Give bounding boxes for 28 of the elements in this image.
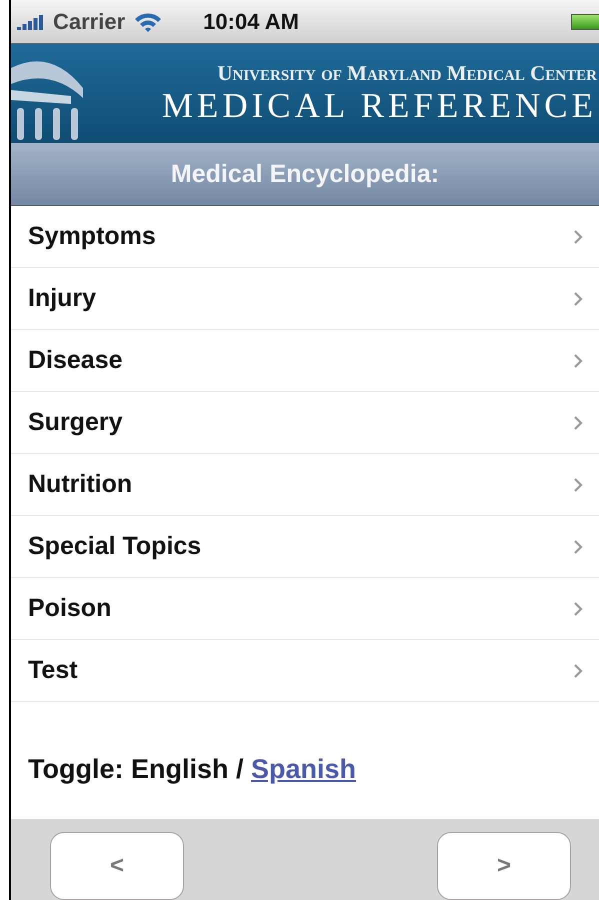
chevron-icon — [574, 230, 583, 244]
clock-time: 10:04 AM — [203, 8, 299, 34]
carrier-name: Carrier — [53, 8, 126, 34]
list-item[interactable]: Test — [11, 640, 599, 702]
banner-subtitle: University of Maryland Medical Center — [217, 61, 597, 86]
chevron-icon — [574, 416, 583, 430]
banner-title: MEDICAL REFERENCE — [162, 86, 597, 126]
list-item[interactable]: Special Topics — [11, 516, 599, 578]
chevron-icon — [574, 292, 583, 306]
language-toggle-text: Toggle: English / Spanish — [28, 754, 358, 785]
list-item[interactable]: Surgery — [11, 392, 599, 454]
signal-icon — [17, 14, 45, 30]
list-item[interactable]: Nutrition — [11, 454, 599, 516]
spanish-link[interactable]: Spanish — [251, 754, 356, 784]
chevron-icon — [574, 664, 583, 678]
back-button[interactable]: < — [50, 832, 184, 900]
list-item[interactable]: Injury — [11, 268, 599, 330]
list-item[interactable]: Symptoms — [11, 206, 599, 268]
forward-button[interactable]: > — [437, 832, 571, 900]
wifi-icon — [133, 10, 164, 32]
chevron-icon — [574, 354, 583, 368]
chevron-icon — [574, 478, 583, 492]
chevron-icon — [574, 540, 583, 554]
battery-icon — [571, 14, 599, 30]
chevron-icon — [574, 602, 583, 616]
section-title: Medical Encyclopedia: — [170, 160, 440, 188]
list-item[interactable]: Disease — [11, 330, 599, 392]
list-item[interactable]: Poison — [11, 578, 599, 640]
